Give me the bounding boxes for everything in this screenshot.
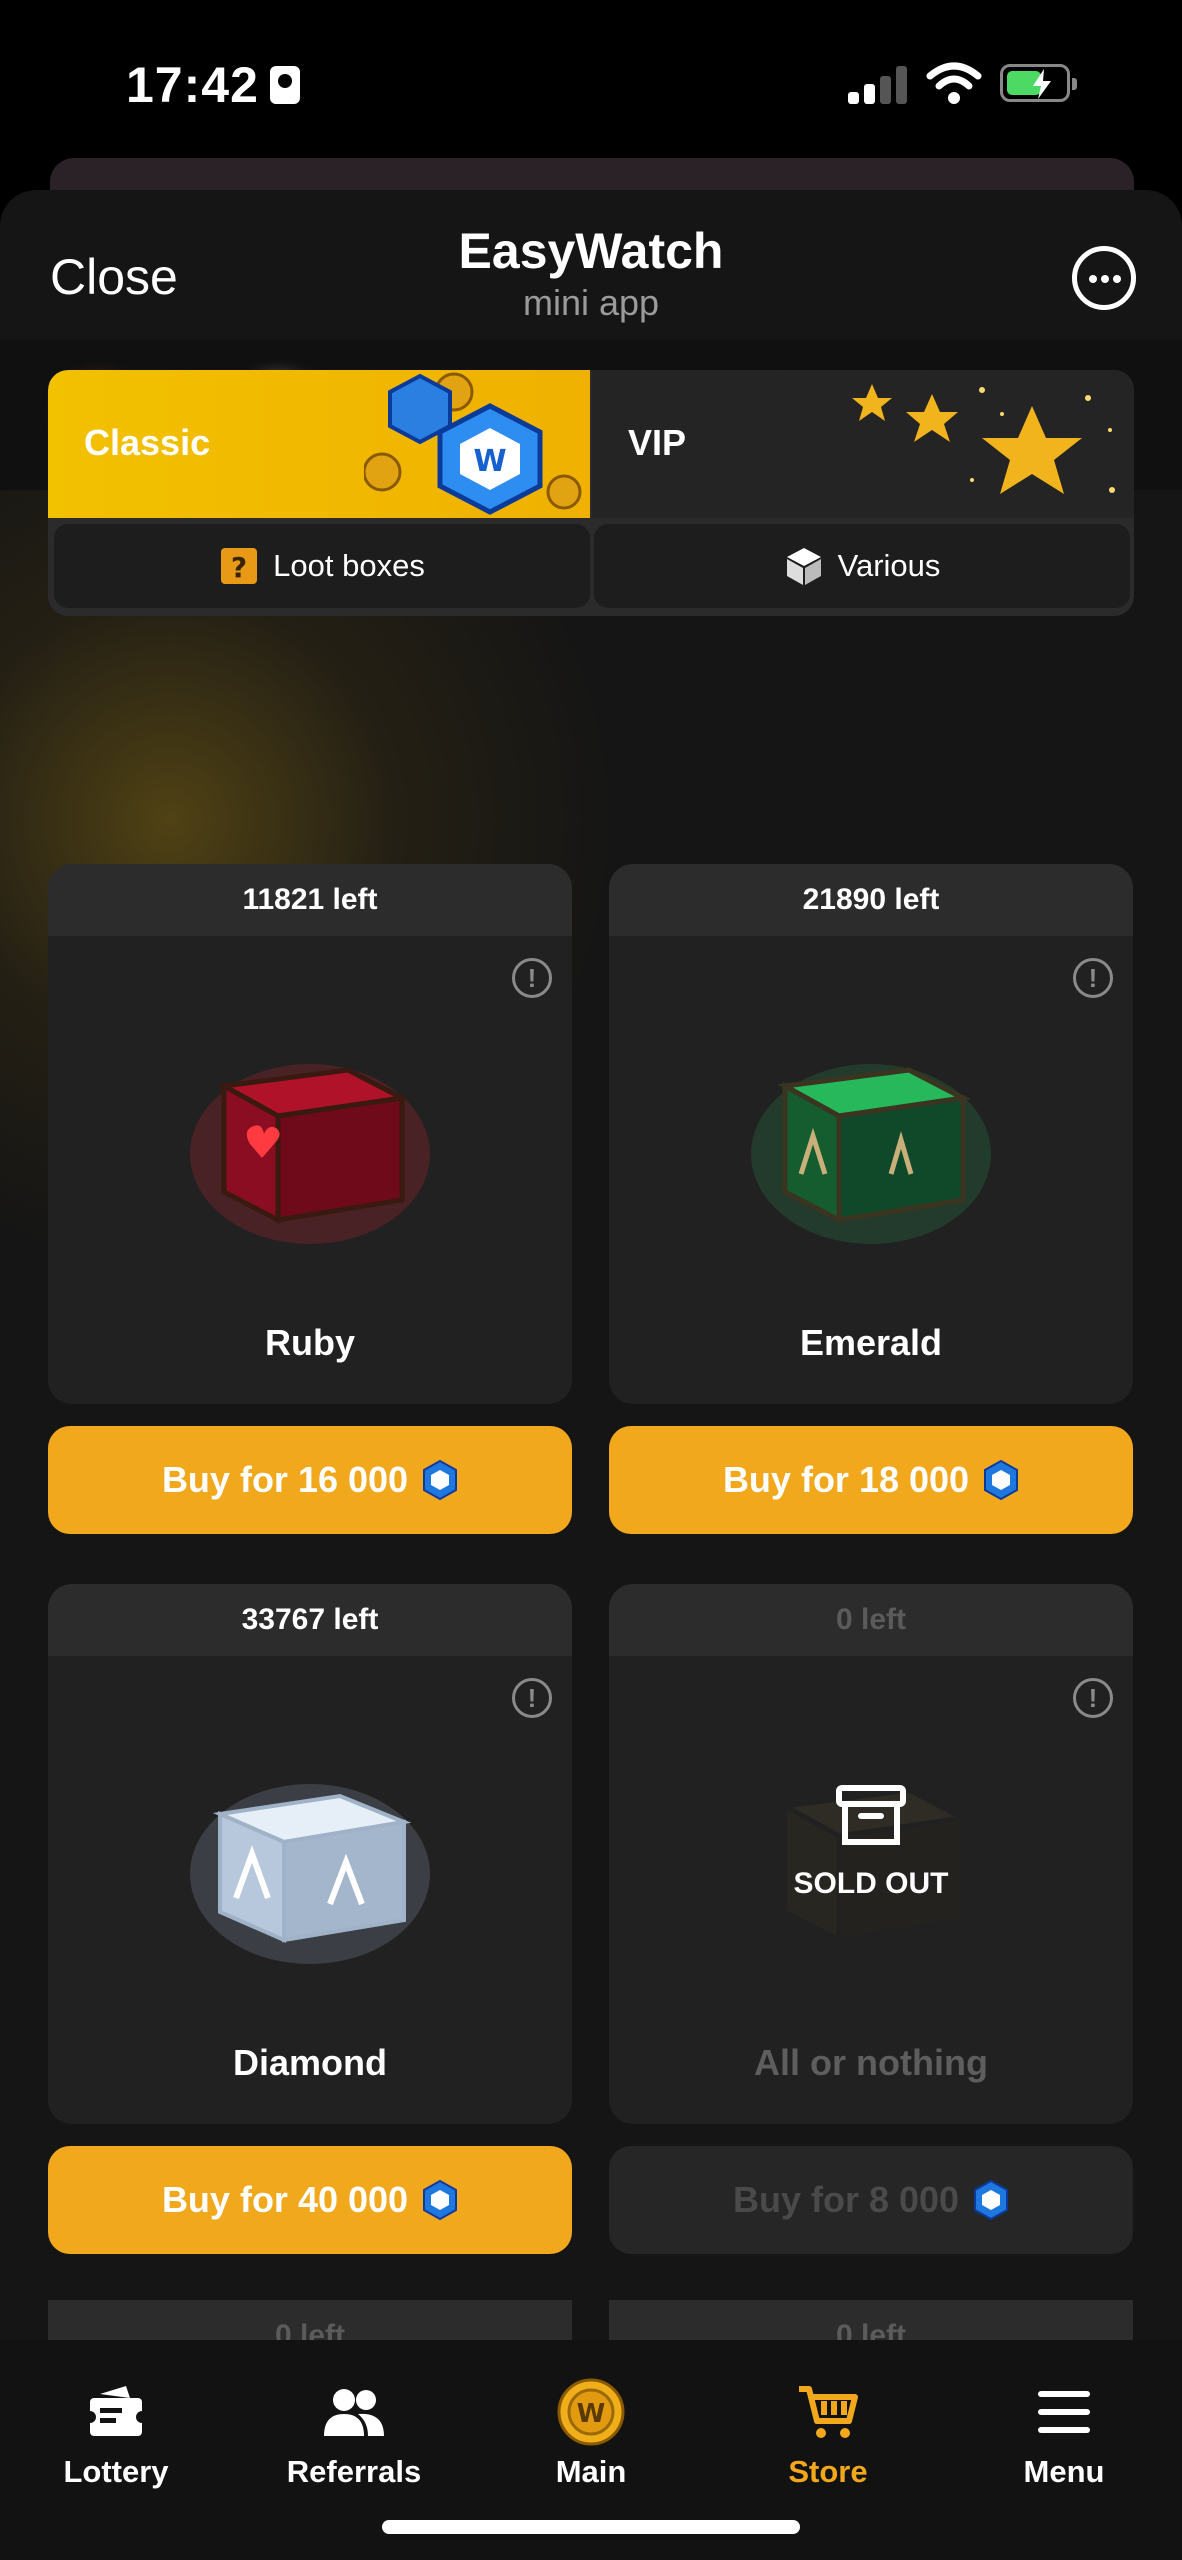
gem-currency-icon [974, 2180, 1009, 2220]
buy-diamond-button[interactable]: Buy for 40 000 [48, 2146, 572, 2254]
cart-icon [799, 2386, 858, 2438]
nav-lottery[interactable]: Lottery [16, 2380, 216, 2490]
tab-classic[interactable]: Classic W [48, 370, 590, 518]
hamburger-icon [1038, 2391, 1090, 2433]
app-subtitle: mini app [522, 282, 660, 323]
contact-card-icon [270, 66, 300, 104]
subtab-loot-boxes[interactable]: ? Loot boxes [54, 524, 590, 608]
sold-out-overlay: SOLD OUT [609, 1784, 1133, 1901]
subtab-various[interactable]: Various [594, 524, 1130, 608]
nav-store[interactable]: Store [728, 2380, 928, 2490]
gem-currency-icon [984, 1460, 1019, 1500]
stars-icon [852, 384, 1115, 494]
svg-text:W: W [473, 444, 506, 479]
tab-vip[interactable]: VIP [592, 370, 1134, 518]
box-name: Ruby [265, 1322, 355, 1363]
svg-text:W: W [577, 2399, 606, 2429]
stock-left: 21890 left [609, 864, 1133, 936]
gem-coins-icon: W [364, 372, 582, 515]
nav-label: Menu [1023, 2454, 1105, 2489]
info-icon[interactable]: ! [1073, 958, 1113, 998]
battery-icon [1000, 64, 1077, 102]
question-box-icon: ? [221, 548, 258, 584]
nav-label: Referrals [286, 2454, 422, 2489]
stock-left: 0 left [609, 1584, 1133, 1656]
loot-card-ruby[interactable]: 11821 left ! Ruby [48, 864, 572, 1404]
stock-left: 33767 left [48, 1584, 572, 1656]
stock-left: 11821 left [48, 864, 572, 936]
wifi-icon [926, 62, 982, 104]
cellular-signal-icon [848, 64, 908, 104]
nav-label: Main [555, 2454, 627, 2489]
people-icon [324, 2389, 384, 2436]
ruby-chest-icon [190, 1064, 430, 1244]
box-name: Emerald [799, 1322, 943, 1363]
status-bar: 17:42 [0, 0, 1182, 160]
buy-emerald-button[interactable]: Buy for 18 000 [609, 1426, 1133, 1534]
buy-label: Buy for 18 000 [722, 1459, 970, 1500]
svg-text:?: ? [231, 551, 247, 584]
ticket-icon [86, 2386, 146, 2436]
loot-card-emerald[interactable]: 21890 left ! Emerald [609, 864, 1133, 1404]
archive-box-icon [836, 1785, 906, 1845]
gem-currency-icon [423, 2180, 458, 2220]
status-time: 17:42 [126, 57, 259, 113]
buy-all-or-nothing-button: Buy for 8 000 [609, 2146, 1133, 2254]
subtab-loot-boxes-label: Loot boxes [273, 548, 425, 583]
buy-label: Buy for 8 000 [732, 2179, 960, 2220]
home-indicator[interactable] [382, 2520, 800, 2534]
info-icon[interactable]: ! [512, 1678, 552, 1718]
subtab-various-label: Various [837, 548, 941, 583]
cube-icon [786, 548, 821, 585]
app-title: EasyWatch [458, 223, 724, 279]
nav-label: Lottery [63, 2454, 169, 2489]
buy-ruby-button[interactable]: Buy for 16 000 [48, 1426, 572, 1534]
buy-label: Buy for 40 000 [161, 2179, 409, 2220]
gem-currency-icon [423, 1460, 458, 1500]
diamond-chest-icon [190, 1784, 430, 1964]
more-options-button[interactable] [1072, 246, 1136, 310]
info-icon[interactable]: ! [512, 958, 552, 998]
info-icon[interactable]: ! [1073, 1678, 1113, 1718]
store-category-tabs: Classic W VIP ? Loot boxes Various [48, 370, 1134, 616]
tab-classic-label: Classic [84, 422, 211, 463]
loot-card-diamond[interactable]: 33767 left ! Diamond [48, 1584, 572, 2124]
nav-referrals[interactable]: Referrals [254, 2380, 454, 2490]
sold-out-label: SOLD OUT [793, 1867, 949, 1900]
nav-label: Store [788, 2454, 868, 2489]
box-name: Diamond [232, 2042, 387, 2083]
box-name: All or nothing [754, 2042, 988, 2083]
buy-label: Buy for 16 000 [161, 1459, 409, 1500]
coin-icon: W [557, 2378, 625, 2446]
nav-menu[interactable]: Menu [964, 2380, 1164, 2490]
tab-vip-label: VIP [628, 422, 687, 463]
loot-card-all-or-nothing: 0 left ! SOLD OUT All or nothing [609, 1584, 1133, 2124]
emerald-chest-icon [751, 1064, 991, 1244]
nav-main[interactable]: W Main [491, 2378, 691, 2490]
